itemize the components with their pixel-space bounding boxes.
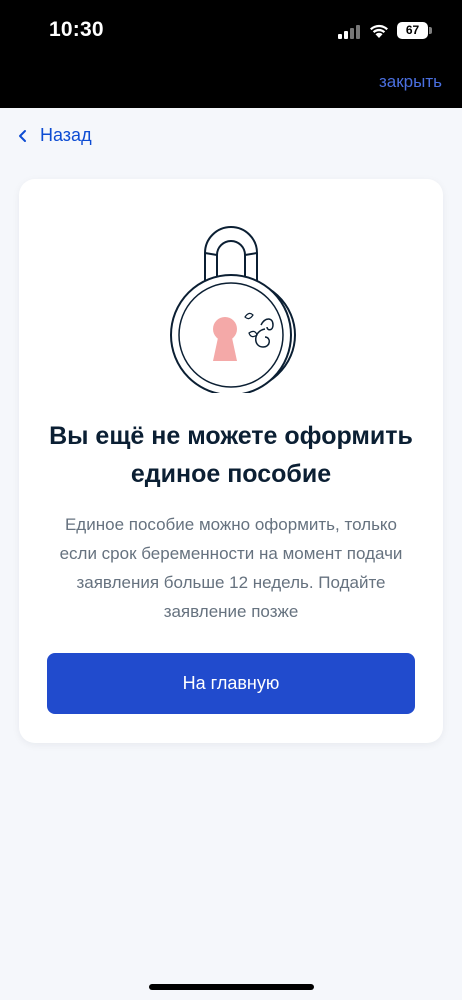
close-link[interactable]: закрыть: [379, 72, 442, 92]
top-bar: 10:30 67 закрыть: [0, 0, 462, 108]
home-indicator: [149, 984, 314, 990]
go-home-button[interactable]: На главную: [47, 653, 415, 714]
battery-icon: 67: [397, 22, 432, 39]
info-card: Вы ещё не можете оформить единое пособие…: [19, 179, 443, 743]
signal-icon: [338, 25, 360, 39]
status-bar: 10:30 67: [0, 0, 462, 62]
status-time: 10:30: [49, 18, 104, 41]
back-label: Назад: [40, 125, 92, 145]
description-text: Единое пособие можно оформить, только ес…: [59, 515, 403, 621]
battery-level: 67: [397, 22, 428, 39]
back-button[interactable]: Назад: [16, 125, 92, 146]
wifi-icon: [370, 24, 388, 38]
battery-tip: [429, 27, 432, 34]
chevron-left-icon: [19, 129, 26, 142]
page-title: Вы ещё не можете оформить единое пособие: [49, 422, 413, 488]
padlock-icon: [170, 226, 296, 393]
